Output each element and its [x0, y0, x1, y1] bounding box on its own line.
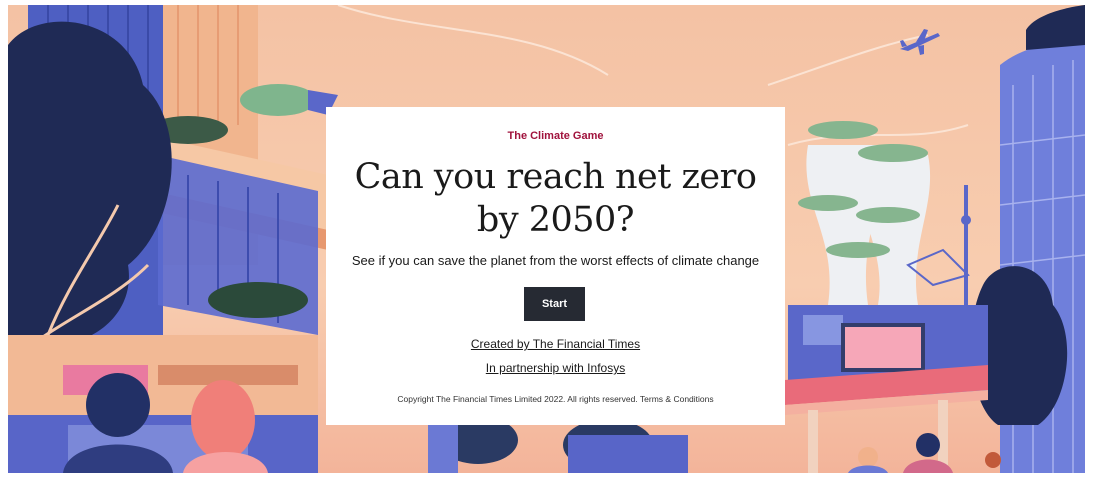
game-background: The Climate Game Can you reach net zero …	[8, 5, 1085, 473]
game-subtitle: See if you can save the planet from the …	[351, 253, 760, 268]
partnership-link[interactable]: In partnership with Infosys	[326, 361, 785, 375]
headline-line-1: Can you reach net zero	[354, 157, 757, 197]
game-eyebrow: The Climate Game	[507, 130, 604, 142]
copyright-footer: Copyright The Financial Times Limited 20…	[326, 394, 785, 404]
airplane-icon	[900, 29, 940, 55]
terms-link[interactable]: Terms & Conditions	[640, 394, 714, 404]
intro-card: The Climate Game Can you reach net zero …	[326, 107, 785, 425]
headline-line-2: by 2050?	[476, 200, 635, 240]
start-button[interactable]: Start	[524, 287, 585, 321]
created-by-link[interactable]: Created by The Financial Times	[326, 337, 785, 351]
game-headline: Can you reach net zero by 2050?	[326, 156, 785, 242]
copyright-text: Copyright The Financial Times Limited 20…	[397, 394, 638, 404]
